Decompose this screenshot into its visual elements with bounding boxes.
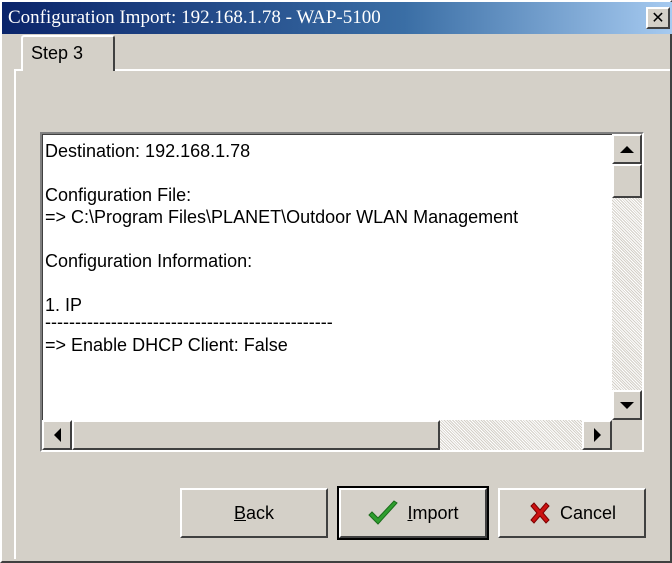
scroll-down-button[interactable] — [612, 390, 642, 420]
tab-label: Step 3 — [31, 43, 84, 63]
summary-text[interactable]: Destination: 192.168.1.78 Configuration … — [45, 140, 615, 424]
title-bar[interactable]: Configuration Import: 192.168.1.78 - WAP… — [2, 2, 672, 34]
close-button[interactable]: ✕ — [646, 7, 670, 29]
import-dialog: Configuration Import: 192.168.1.78 - WAP… — [0, 0, 672, 563]
back-label: Back — [233, 502, 275, 523]
checkmark-icon — [367, 500, 399, 526]
cancel-label: Cancel — [559, 502, 617, 523]
back-button[interactable]: Back — [180, 488, 328, 538]
scroll-right-button[interactable] — [582, 420, 612, 450]
cancel-button[interactable]: Cancel — [498, 488, 646, 538]
tab-step-3[interactable]: Step 3 — [21, 35, 115, 71]
horizontal-scroll-thumb[interactable] — [72, 420, 440, 450]
vertical-scrollbar[interactable] — [612, 134, 642, 420]
dhcp-client-line: => Enable DHCP Client: False — [45, 335, 288, 355]
arrow-up-icon — [620, 145, 634, 153]
config-file-path: => C:\Program Files\PLANET\Outdoor WLAN … — [45, 207, 519, 227]
config-file-label: Configuration File: — [45, 185, 192, 205]
arrow-left-icon — [53, 428, 61, 442]
arrow-right-icon — [593, 428, 601, 442]
window-title: Configuration Import: 192.168.1.78 - WAP… — [8, 7, 381, 28]
close-icon: ✕ — [651, 8, 665, 27]
x-mark-icon — [528, 501, 552, 525]
summary-textbox[interactable]: Destination: 192.168.1.78 Configuration … — [40, 132, 644, 452]
destination-line: Destination: 192.168.1.78 — [45, 141, 251, 161]
import-button[interactable]: Import — [337, 486, 489, 540]
import-label: Import — [407, 502, 459, 523]
scrollbar-corner — [612, 420, 642, 450]
separator-line: ----------------------------------------… — [45, 312, 333, 332]
scroll-left-button[interactable] — [42, 420, 72, 450]
horizontal-scrollbar[interactable] — [42, 420, 612, 450]
vertical-scroll-thumb[interactable] — [612, 164, 642, 198]
arrow-down-icon — [620, 401, 634, 409]
config-info-label: Configuration Information: — [45, 251, 253, 271]
scroll-up-button[interactable] — [612, 134, 642, 164]
